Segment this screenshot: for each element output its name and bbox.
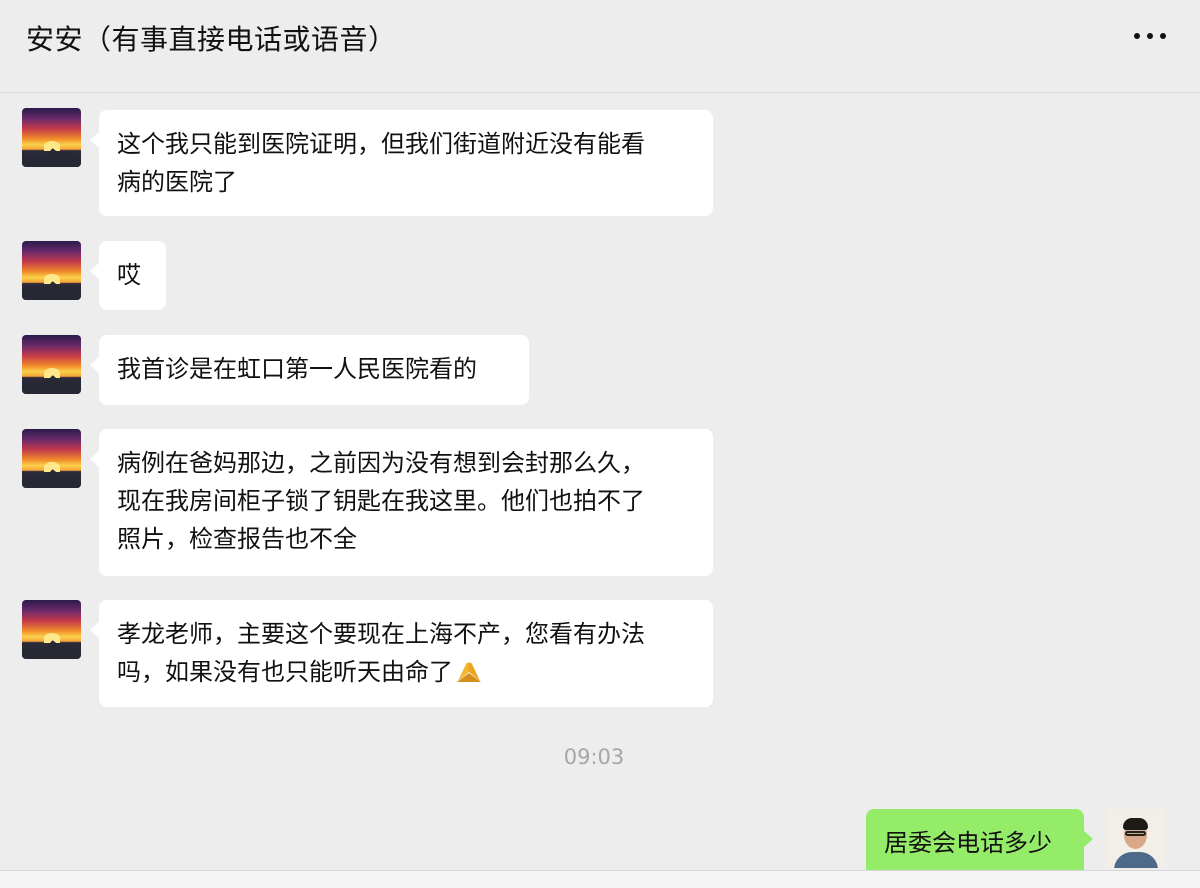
my-avatar[interactable] xyxy=(1106,809,1165,868)
message-text: 吗，如果没有也只能听天由命了 xyxy=(117,658,453,686)
contact-avatar[interactable] xyxy=(22,335,81,394)
dot xyxy=(1134,33,1140,39)
message-text-line: 这个我只能到医院证明，但我们街道附近没有能看 xyxy=(117,130,645,158)
more-dots-icon[interactable] xyxy=(1134,30,1168,42)
message-bubble[interactable]: 居委会电话多少 xyxy=(866,809,1093,877)
message-text-line: 我首诊是在虹口第一人民医院看的 xyxy=(117,355,477,383)
dot xyxy=(1147,33,1153,39)
message-bubble[interactable]: 病例在爸妈那边，之前因为没有想到会封那么久， 现在我房间柜子锁了钥匙在我这里。他… xyxy=(90,429,713,576)
contact-avatar[interactable] xyxy=(22,429,81,488)
message-text-line: 现在我房间柜子锁了钥匙在我这里。他们也拍不了 xyxy=(117,487,645,515)
message-bubble[interactable]: 这个我只能到医院证明，但我们街道附近没有能看 病的医院了 xyxy=(90,110,713,216)
dot xyxy=(1160,33,1166,39)
chat-header: 安安（有事直接电话或语音） xyxy=(0,0,1200,93)
message-text-line: 居委会电话多少 xyxy=(884,829,1052,857)
avatar-glasses xyxy=(1125,831,1146,836)
message-text-line: 哎 xyxy=(117,261,141,289)
contact-avatar[interactable] xyxy=(22,241,81,300)
message-bubble[interactable]: 我首诊是在虹口第一人民医院看的 xyxy=(90,335,529,405)
message-text-line: 病的医院了 xyxy=(117,168,237,196)
message-text-line: 孝龙老师，主要这个要现在上海不产，您看有办法 xyxy=(117,620,645,648)
folded-hands-emoji xyxy=(457,662,481,682)
contact-avatar[interactable] xyxy=(22,108,81,167)
input-area-edge xyxy=(0,870,1200,888)
avatar-hair xyxy=(1123,818,1148,830)
message-bubble[interactable]: 哎 xyxy=(90,241,166,310)
message-text-line: 病例在爸妈那边，之前因为没有想到会封那么久， xyxy=(117,449,645,477)
message-bubble[interactable]: 孝龙老师，主要这个要现在上海不产，您看有办法 吗，如果没有也只能听天由命了 xyxy=(90,600,713,707)
message-text-line: 照片，检查报告也不全 xyxy=(117,525,357,553)
chat-title: 安安（有事直接电话或语音） xyxy=(26,23,397,56)
contact-avatar[interactable] xyxy=(22,600,81,659)
timestamp: 09:03 xyxy=(563,745,625,769)
message-text-line: 吗，如果没有也只能听天由命了 xyxy=(117,653,695,691)
avatar-shirt xyxy=(1114,852,1158,868)
